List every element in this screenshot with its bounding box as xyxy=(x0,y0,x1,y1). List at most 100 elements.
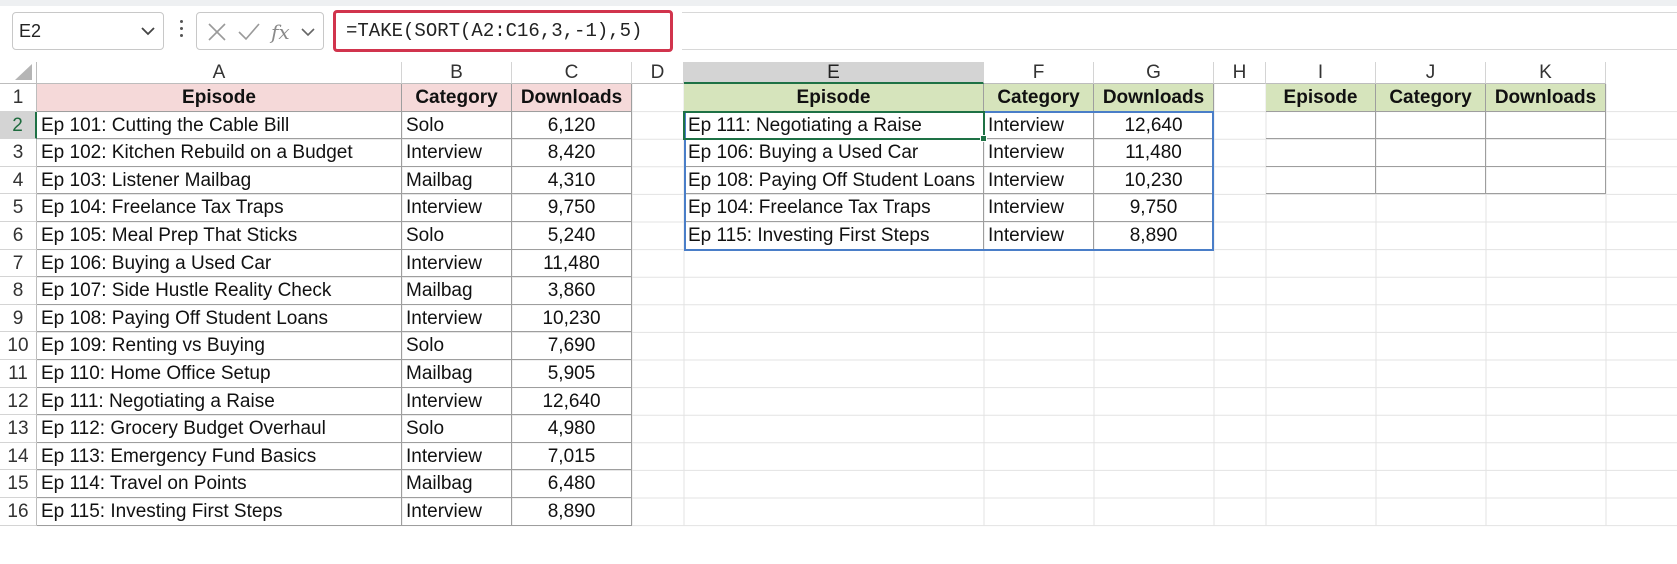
source_table-cell[interactable]: 6,480 xyxy=(512,470,632,498)
result_table-cell[interactable]: Interview xyxy=(984,111,1094,140)
column-header-j[interactable]: J xyxy=(1376,62,1486,84)
source_table-cell[interactable]: 4,980 xyxy=(512,415,632,443)
source_table-cell[interactable]: Ep 101: Cutting the Cable Bill xyxy=(37,111,402,140)
source_table-cell[interactable]: Ep 102: Kitchen Rebuild on a Budget xyxy=(37,139,402,167)
source_table-cell[interactable]: Ep 114: Travel on Points xyxy=(37,470,402,498)
result_table-cell[interactable]: 10,230 xyxy=(1094,166,1214,195)
source_table-cell[interactable]: Interview xyxy=(402,387,512,416)
row-header-2[interactable]: 2 xyxy=(0,111,37,140)
row-header-12[interactable]: 12 xyxy=(0,387,37,416)
formula-input[interactable]: =TAKE(SORT(A2:C16,3,-1),5) xyxy=(333,10,673,52)
result_table-cell[interactable]: Interview xyxy=(984,194,1094,222)
source_table-cell[interactable]: Ep 110: Home Office Setup xyxy=(37,360,402,388)
source_table-cell[interactable]: Ep 113: Emergency Fund Basics xyxy=(37,442,402,471)
source_table-cell[interactable]: Ep 106: Buying a Used Car xyxy=(37,249,402,278)
source_table-cell[interactable]: Mailbag xyxy=(402,277,512,305)
source_table-cell[interactable]: Interview xyxy=(402,249,512,278)
row-header-10[interactable]: 10 xyxy=(0,332,37,360)
source_table-cell[interactable]: 12,640 xyxy=(512,387,632,416)
empty_table-blank-cell[interactable] xyxy=(1266,166,1376,195)
cancel-icon[interactable] xyxy=(207,22,227,42)
source_table-cell[interactable]: Ep 103: Listener Mailbag xyxy=(37,166,402,195)
result_table-header-episode[interactable]: Episode xyxy=(684,84,984,112)
column-header-d[interactable]: D xyxy=(632,62,684,84)
source_table-header-category[interactable]: Category xyxy=(402,84,512,112)
source_table-cell[interactable]: Interview xyxy=(402,442,512,471)
source_table-cell[interactable]: Mailbag xyxy=(402,166,512,195)
result_table-cell[interactable]: 11,480 xyxy=(1094,139,1214,167)
source_table-cell[interactable]: 8,890 xyxy=(512,498,632,526)
source_table-cell[interactable]: Solo xyxy=(402,332,512,360)
select-all-button[interactable] xyxy=(0,62,37,84)
empty_table-blank-cell[interactable] xyxy=(1266,111,1376,140)
result_table-cell[interactable]: Interview xyxy=(984,166,1094,195)
source_table-cell[interactable]: Interview xyxy=(402,139,512,167)
result_table-cell[interactable]: Interview xyxy=(984,222,1094,250)
row-header-1[interactable]: 1 xyxy=(0,84,37,112)
source_table-cell[interactable]: 7,690 xyxy=(512,332,632,360)
column-header-c[interactable]: C xyxy=(512,62,632,84)
result_table-cell[interactable]: Ep 106: Buying a Used Car xyxy=(684,139,984,167)
source_table-cell[interactable]: Interview xyxy=(402,194,512,222)
row-header-4[interactable]: 4 xyxy=(0,166,37,195)
empty_table-blank-cell[interactable] xyxy=(1486,111,1606,140)
source_table-cell[interactable]: Solo xyxy=(402,415,512,443)
row-header-7[interactable]: 7 xyxy=(0,249,37,278)
source_table-cell[interactable]: Ep 104: Freelance Tax Traps xyxy=(37,194,402,222)
column-header-h[interactable]: H xyxy=(1214,62,1266,84)
source_table-header-episode[interactable]: Episode xyxy=(37,84,402,112)
source_table-cell[interactable]: Interview xyxy=(402,498,512,526)
source_table-header-downloads[interactable]: Downloads xyxy=(512,84,632,112)
row-header-3[interactable]: 3 xyxy=(0,139,37,167)
row-header-6[interactable]: 6 xyxy=(0,222,37,250)
column-header-a[interactable]: A xyxy=(37,62,402,84)
source_table-cell[interactable]: 4,310 xyxy=(512,166,632,195)
source_table-cell[interactable]: Ep 111: Negotiating a Raise xyxy=(37,387,402,416)
result_table-cell[interactable]: Ep 104: Freelance Tax Traps xyxy=(684,194,984,222)
source_table-cell[interactable]: Mailbag xyxy=(402,470,512,498)
row-header-15[interactable]: 15 xyxy=(0,470,37,498)
empty_table-header-downloads[interactable]: Downloads xyxy=(1486,84,1606,112)
result_table-cell[interactable]: Ep 115: Investing First Steps xyxy=(684,222,984,250)
source_table-cell[interactable]: 8,420 xyxy=(512,139,632,167)
row-header-9[interactable]: 9 xyxy=(0,304,37,333)
source_table-cell[interactable]: 5,905 xyxy=(512,360,632,388)
result_table-cell[interactable]: 12,640 xyxy=(1094,111,1214,140)
more-vertical-icon[interactable] xyxy=(180,20,184,42)
formula-bar-extension[interactable] xyxy=(682,12,1677,50)
chevron-down-icon[interactable] xyxy=(301,27,315,37)
source_table-cell[interactable]: 3,860 xyxy=(512,277,632,305)
source_table-cell[interactable]: Ep 112: Grocery Budget Overhaul xyxy=(37,415,402,443)
result_table-cell[interactable]: Interview xyxy=(984,139,1094,167)
source_table-cell[interactable]: Ep 109: Renting vs Buying xyxy=(37,332,402,360)
row-header-13[interactable]: 13 xyxy=(0,415,37,443)
row-header-5[interactable]: 5 xyxy=(0,194,37,222)
source_table-cell[interactable]: 7,015 xyxy=(512,442,632,471)
source_table-cell[interactable]: 9,750 xyxy=(512,194,632,222)
insert-function-icon[interactable]: fx xyxy=(269,19,295,45)
source_table-cell[interactable]: 10,230 xyxy=(512,304,632,333)
column-header-k[interactable]: K xyxy=(1486,62,1606,84)
column-header-b[interactable]: B xyxy=(402,62,512,84)
result_table-cell[interactable]: Ep 111: Negotiating a Raise xyxy=(684,111,984,140)
empty_table-blank-cell[interactable] xyxy=(1376,166,1486,195)
empty_table-blank-cell[interactable] xyxy=(1486,166,1606,195)
row-header-16[interactable]: 16 xyxy=(0,498,37,526)
name-box[interactable]: E2 xyxy=(12,12,164,50)
source_table-cell[interactable]: Ep 108: Paying Off Student Loans xyxy=(37,304,402,333)
enter-check-icon[interactable] xyxy=(237,22,261,42)
source_table-cell[interactable]: 5,240 xyxy=(512,222,632,250)
column-header-g[interactable]: G xyxy=(1094,62,1214,84)
source_table-cell[interactable]: Interview xyxy=(402,304,512,333)
row-header-11[interactable]: 11 xyxy=(0,360,37,388)
result_table-header-downloads[interactable]: Downloads xyxy=(1094,84,1214,112)
column-header-f[interactable]: F xyxy=(984,62,1094,84)
column-header-e[interactable]: E xyxy=(684,62,984,84)
row-header-14[interactable]: 14 xyxy=(0,442,37,471)
source_table-cell[interactable]: Ep 105: Meal Prep That Sticks xyxy=(37,222,402,250)
source_table-cell[interactable]: Solo xyxy=(402,111,512,140)
row-header-8[interactable]: 8 xyxy=(0,277,37,305)
source_table-cell[interactable]: Ep 107: Side Hustle Reality Check xyxy=(37,277,402,305)
source_table-cell[interactable]: 6,120 xyxy=(512,111,632,140)
empty_table-blank-cell[interactable] xyxy=(1266,139,1376,167)
